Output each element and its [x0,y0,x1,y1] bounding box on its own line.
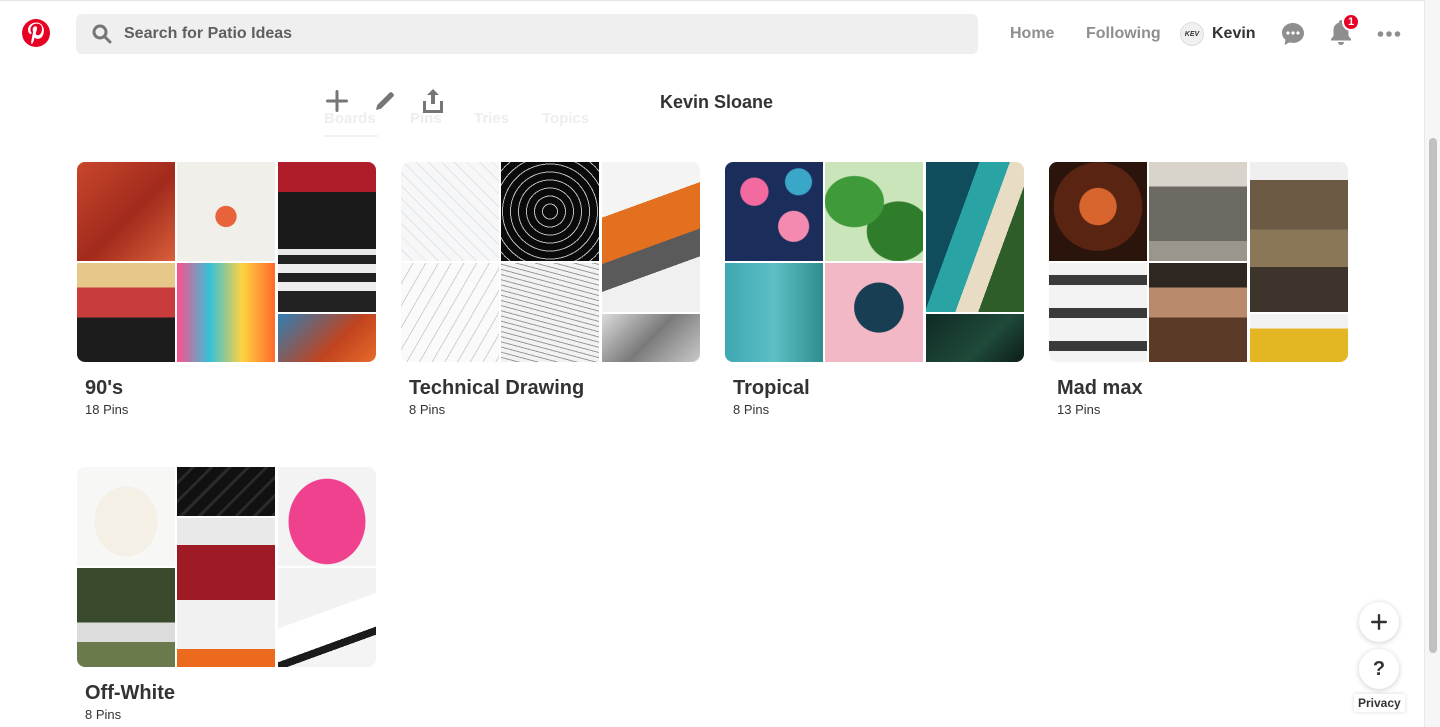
board-cover-image [1049,263,1147,362]
board-cover-image [1250,162,1348,312]
board-cover-image [725,263,823,362]
board-card-off-white[interactable]: Off-White 8 Pins [77,467,376,722]
board-cover-image [602,162,700,312]
board-cover-image [401,162,499,261]
board-cover-image [401,263,499,362]
board-cover[interactable] [77,467,376,667]
board-cover-image [177,263,275,362]
floating-add-button[interactable] [1359,602,1399,642]
board-cover-image [725,162,823,261]
profile-name: Kevin Sloane [660,92,774,112]
board-cover-image [1049,162,1147,261]
search-icon [92,24,112,49]
board-pin-count: 13 Pins [1057,402,1101,417]
board-title[interactable]: 90's [85,377,376,400]
board-pin-count: 18 Pins [85,402,129,417]
pinterest-logo-icon[interactable] [22,19,50,47]
board-cover-image [77,568,175,667]
board-title[interactable]: Off-White [85,682,376,705]
tab-tries[interactable]: Tries [474,110,509,127]
plus-icon [1371,614,1387,630]
page-scrollbar[interactable] [1424,0,1440,727]
board-cover-image [825,263,923,362]
edit-pencil-icon[interactable] [370,86,400,116]
more-options-icon[interactable] [1375,20,1403,48]
board-title[interactable]: Technical Drawing [409,377,700,400]
nav-following-link[interactable]: Following [1086,25,1161,43]
board-cover[interactable] [77,162,376,362]
board-cover-image [926,162,1024,312]
board-pin-count: 8 Pins [85,707,122,722]
messages-icon[interactable] [1279,20,1307,48]
board-cover-image [501,263,599,362]
board-cover-image [77,263,175,362]
avatar: KEV [1180,22,1204,46]
board-cover-image [1250,314,1348,362]
board-card-90s[interactable]: 90's 18 Pins [77,162,376,417]
board-cover-image [602,314,700,362]
board-pin-count: 8 Pins [733,402,770,417]
scrollbar-thumb[interactable] [1429,138,1437,653]
board-card-tropical[interactable]: Tropical 8 Pins [725,162,1024,417]
board-card-technical-drawing[interactable]: Technical Drawing 8 Pins [401,162,700,417]
search-bar[interactable] [76,14,978,54]
board-cover-image [926,314,1024,362]
board-cover-image [501,162,599,261]
board-cover[interactable] [1049,162,1348,362]
user-profile-link[interactable]: KEV Kevin [1180,21,1256,47]
board-cover-image [825,162,923,261]
notification-badge: 1 [1342,13,1360,31]
top-navigation-bar: Home Following KEV Kevin 1 [0,0,1424,66]
board-cover-image [177,518,275,667]
board-title[interactable]: Tropical [733,377,1024,400]
board-cover-image [77,162,175,261]
nav-home-link[interactable]: Home [1010,25,1054,43]
board-cover-image [1149,263,1247,362]
privacy-link[interactable]: Privacy [1354,694,1405,712]
active-tab-indicator [324,135,378,137]
board-pin-count: 8 Pins [409,402,446,417]
board-card-mad-max[interactable]: Mad max 13 Pins [1049,162,1348,417]
tab-topics[interactable]: Topics [542,110,589,127]
board-cover-image [177,162,275,261]
board-cover[interactable] [725,162,1024,362]
board-cover[interactable] [401,162,700,362]
board-cover-image [278,162,376,312]
board-cover-image [278,568,376,667]
user-name: Kevin [1212,25,1256,42]
help-button[interactable]: ? [1359,649,1399,689]
board-cover-image [278,467,376,566]
share-upload-icon[interactable] [418,86,448,116]
board-cover-image [77,467,175,566]
board-title[interactable]: Mad max [1057,377,1348,400]
create-icon[interactable] [322,86,352,116]
board-cover-image [278,314,376,362]
search-input[interactable] [124,14,964,54]
board-cover-image [1149,162,1247,261]
board-cover-image [177,467,275,516]
